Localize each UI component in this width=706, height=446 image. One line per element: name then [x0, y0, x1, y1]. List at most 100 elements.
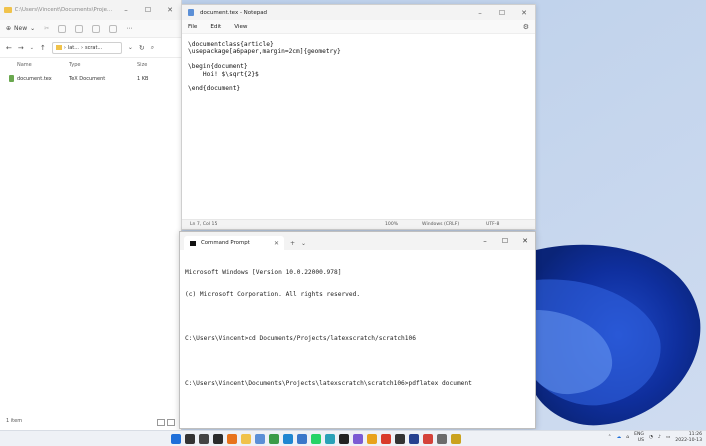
- more-icon[interactable]: ⋯: [126, 25, 132, 32]
- address-segment[interactable]: scrat...: [85, 45, 102, 51]
- share-icon[interactable]: [109, 24, 118, 33]
- chevron-down-icon: ⌄: [30, 25, 36, 32]
- folder-icon: [4, 7, 12, 13]
- notepad-menubar: File Edit View ⚙: [182, 20, 535, 34]
- notepad-window: document.tex - Notepad – ☐ ✕ File Edit V…: [181, 4, 536, 230]
- taskbar-apps: [171, 434, 461, 444]
- taskview-icon[interactable]: [199, 434, 209, 444]
- whatsapp-icon[interactable]: [311, 434, 321, 444]
- gear-icon[interactable]: ⚙: [523, 23, 529, 31]
- app-yellow-icon[interactable]: [451, 434, 461, 444]
- console-line: C:\Users\Vincent\Documents\Projects\late…: [185, 379, 472, 387]
- text-editor[interactable]: \documentclass{article} \usepackage[a6pa…: [188, 41, 531, 215]
- explorer-titlebar[interactable]: C:\Users\Vincent\Documents\Projects\late…: [0, 0, 181, 20]
- maximize-button[interactable]: ☐: [495, 237, 515, 245]
- file-row[interactable]: document.tex TeX Document 1 KB: [0, 72, 181, 85]
- maximize-button[interactable]: ☐: [491, 9, 513, 17]
- onedrive-icon[interactable]: ☁: [617, 435, 622, 440]
- cut-icon[interactable]: ✂: [44, 25, 49, 32]
- tab-command-prompt[interactable]: Command Prompt ✕: [184, 236, 284, 250]
- new-button[interactable]: ⊕ New ⌄: [6, 25, 35, 32]
- explorer-toolbar: ⊕ New ⌄ ✂ ⋯: [0, 20, 181, 38]
- start-icon[interactable]: [171, 434, 181, 444]
- column-headers: Name Type Size: [0, 58, 181, 72]
- rename-icon[interactable]: [92, 24, 101, 33]
- address-bar[interactable]: › lat... › scrat...: [51, 41, 122, 54]
- settings-icon[interactable]: [437, 434, 447, 444]
- vscode-icon[interactable]: [283, 434, 293, 444]
- address-segment[interactable]: lat...: [68, 45, 79, 51]
- menu-edit[interactable]: Edit: [210, 24, 221, 30]
- app-orange-icon[interactable]: [367, 434, 377, 444]
- network-icon[interactable]: ⌂: [626, 435, 629, 440]
- search-icon[interactable]: ⌕: [151, 44, 154, 52]
- app-teal-icon[interactable]: [325, 434, 335, 444]
- tex-file-icon: [9, 75, 14, 82]
- app-red-icon[interactable]: [381, 434, 391, 444]
- firefox-icon[interactable]: [227, 434, 237, 444]
- up-icon[interactable]: ↑: [40, 44, 46, 52]
- notepad-title: document.tex - Notepad: [200, 9, 268, 16]
- column-size[interactable]: Size: [137, 62, 147, 68]
- app-dark-icon[interactable]: [395, 434, 405, 444]
- app-green-icon[interactable]: [269, 434, 279, 444]
- copy-icon[interactable]: [58, 24, 67, 33]
- close-icon[interactable]: ✕: [274, 240, 279, 247]
- refresh-icon[interactable]: ↻: [139, 44, 145, 52]
- search-icon[interactable]: [185, 434, 195, 444]
- chevron-up-icon[interactable]: ⌃: [608, 435, 612, 440]
- notepad-titlebar[interactable]: document.tex - Notepad – ☐ ✕: [182, 5, 535, 20]
- close-button[interactable]: ✕: [515, 237, 535, 245]
- maximize-button[interactable]: ☐: [137, 6, 159, 14]
- paste-icon[interactable]: [75, 24, 84, 33]
- battery-icon[interactable]: ▭: [666, 435, 670, 440]
- terminal-tabbar: Command Prompt ✕ + ⌄ – ☐ ✕: [180, 232, 535, 250]
- app-purple-icon[interactable]: [353, 434, 363, 444]
- console-line: (c) Microsoft Corporation. All rights re…: [185, 291, 361, 299]
- terminal-icon[interactable]: [213, 434, 223, 444]
- chevron-down-icon[interactable]: ⌄: [301, 240, 306, 247]
- status-text: 1 item: [6, 418, 23, 424]
- details-view-icon[interactable]: [157, 419, 165, 426]
- menu-view[interactable]: View: [234, 24, 247, 30]
- notepad-icon[interactable]: [255, 434, 265, 444]
- app-blue-icon[interactable]: [297, 434, 307, 444]
- plus-icon: ⊕: [6, 25, 12, 32]
- app-redround-icon[interactable]: [423, 434, 433, 444]
- column-name[interactable]: Name: [17, 62, 69, 68]
- column-type[interactable]: Type: [69, 62, 137, 68]
- tiles-view-icon[interactable]: [167, 419, 175, 426]
- console-line: Microsoft Windows [Version 10.0.22000.97…: [185, 268, 342, 276]
- cursor-position: Ln 7, Col 15: [190, 222, 218, 227]
- app-navy-icon[interactable]: [409, 434, 419, 444]
- close-button[interactable]: ✕: [513, 9, 535, 17]
- volume-icon[interactable]: ♪: [658, 435, 661, 440]
- dropdown-icon[interactable]: ⌄: [30, 45, 34, 51]
- github-icon[interactable]: [339, 434, 349, 444]
- chevron-right-icon: ›: [63, 44, 66, 51]
- back-icon[interactable]: ←: [6, 44, 12, 52]
- taskbar: ⌃ ☁ ⌂ ENG US ◔ ♪ ▭ 11:26 2022-10-13: [0, 430, 706, 446]
- zoom-level: 100%: [385, 222, 399, 227]
- line-ending: Windows (CRLF): [422, 222, 460, 227]
- language-indicator[interactable]: ENG US: [634, 432, 644, 443]
- minimize-button[interactable]: –: [115, 6, 137, 14]
- address-dropdown-icon[interactable]: ⌄: [128, 44, 133, 51]
- minimize-button[interactable]: –: [469, 9, 491, 17]
- tab-title: Command Prompt: [201, 240, 250, 246]
- close-button[interactable]: ✕: [159, 6, 181, 14]
- console-line: ​: [185, 313, 531, 320]
- folder-icon: [55, 45, 62, 50]
- wifi-icon[interactable]: ◔: [649, 435, 653, 440]
- clock[interactable]: 11:26 2022-10-13: [675, 432, 702, 443]
- clock-date: 2022-10-13: [675, 437, 702, 443]
- console-output[interactable]: Microsoft Windows [Version 10.0.22000.97…: [185, 254, 531, 424]
- explorer-icon[interactable]: [241, 434, 251, 444]
- explorer-title: C:\Users\Vincent\Documents\Projects\late…: [14, 7, 115, 13]
- new-tab-icon[interactable]: +: [290, 240, 295, 247]
- menu-file[interactable]: File: [188, 24, 197, 30]
- file-name: document.tex: [17, 75, 52, 82]
- forward-icon[interactable]: →: [18, 44, 24, 52]
- console-line: C:\Users\Vincent>cd Documents/Projects/l…: [185, 335, 416, 343]
- minimize-button[interactable]: –: [475, 237, 495, 245]
